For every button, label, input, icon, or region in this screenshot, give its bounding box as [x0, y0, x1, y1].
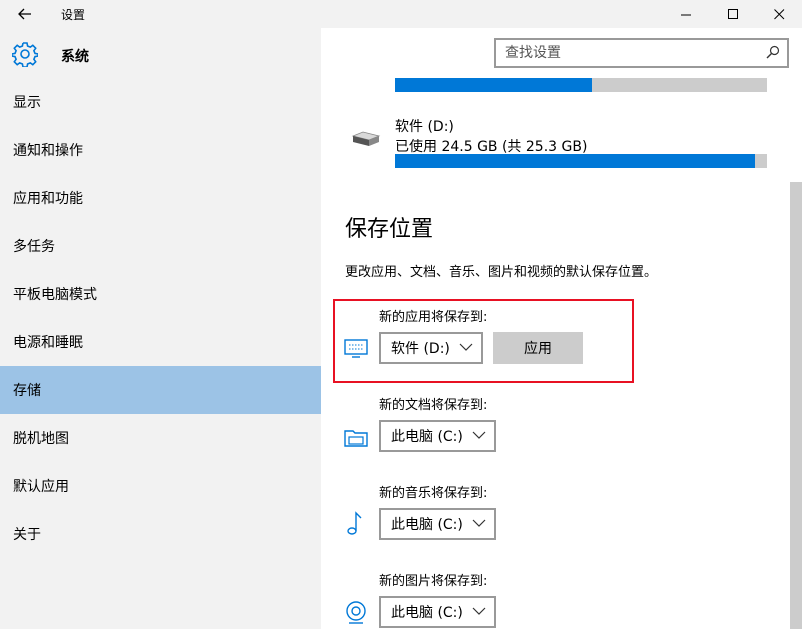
sidebar-item-tablet-mode[interactable]: 平板电脑模式	[0, 270, 321, 318]
drive-usage-bar-d	[395, 154, 767, 168]
drive-name: 软件 (D:)	[395, 119, 454, 135]
search-box[interactable]	[494, 38, 789, 68]
dropdown-value: 此电脑 (C:)	[391, 517, 463, 533]
sidebar-item-multitasking[interactable]: 多任务	[0, 222, 321, 270]
dropdown-value: 此电脑 (C:)	[391, 605, 463, 621]
hard-drive-icon	[351, 131, 381, 146]
drive-usage-fill	[395, 78, 593, 92]
page-title: 系统	[61, 49, 89, 65]
sidebar-item-offline-maps[interactable]: 脱机地图	[0, 414, 321, 462]
search-input[interactable]	[496, 40, 746, 66]
drive-usage-bar-c	[395, 78, 767, 92]
save-location-dropdown-documents[interactable]: 此电脑 (C:)	[379, 420, 496, 452]
save-location-dropdown-music[interactable]: 此电脑 (C:)	[379, 508, 496, 540]
camera-icon	[346, 601, 366, 624]
section-title: 保存位置	[345, 217, 434, 242]
dropdown-value: 此电脑 (C:)	[391, 429, 463, 445]
section-description: 更改应用、文档、音乐、图片和视频的默认保存位置。	[345, 265, 658, 280]
save-location-label-apps: 新的应用将保存到:	[379, 310, 488, 325]
sidebar-item-display[interactable]: 显示	[0, 78, 321, 126]
dropdown-value: 软件 (D:)	[391, 341, 450, 357]
sidebar-item-default-apps[interactable]: 默认应用	[0, 462, 321, 510]
save-location-label-music: 新的音乐将保存到:	[379, 486, 488, 501]
drive-usage-fill	[395, 154, 756, 168]
scrollbar[interactable]	[790, 182, 802, 629]
search-icon[interactable]	[766, 45, 780, 59]
window-title: 设置	[61, 8, 86, 22]
sidebar-item-about[interactable]: 关于	[0, 510, 321, 558]
apply-button[interactable]: 应用	[493, 332, 583, 364]
sidebar-item-storage[interactable]: 存储	[0, 366, 321, 414]
sidebar-item-power-sleep[interactable]: 电源和睡眠	[0, 318, 321, 366]
chevron-down-icon	[472, 607, 486, 615]
chevron-down-icon	[459, 343, 473, 351]
save-location-label-pictures: 新的图片将保存到:	[379, 574, 488, 589]
folder-icon	[344, 430, 368, 447]
close-button[interactable]	[756, 0, 802, 28]
gear-icon	[12, 42, 38, 67]
app-monitor-icon	[344, 339, 368, 358]
system-header: 系统	[0, 28, 321, 78]
sidebar-item-apps-features[interactable]: 应用和功能	[0, 174, 321, 222]
chevron-down-icon	[472, 519, 486, 527]
sidebar: 系统 显示 通知和操作 应用和功能 多任务 平板电脑模式 电源和睡眠 存储 脱机…	[0, 28, 321, 629]
sidebar-item-notifications[interactable]: 通知和操作	[0, 126, 321, 174]
maximize-button[interactable]	[710, 0, 756, 28]
music-note-icon	[347, 511, 362, 535]
chevron-down-icon	[472, 431, 486, 439]
minimize-button[interactable]	[663, 0, 709, 28]
save-location-dropdown-apps[interactable]: 软件 (D:)	[379, 332, 483, 364]
save-location-dropdown-pictures[interactable]: 此电脑 (C:)	[379, 596, 496, 628]
drive-usage-text: 已使用 24.5 GB (共 25.3 GB)	[395, 139, 588, 155]
back-arrow-icon[interactable]	[14, 4, 36, 24]
title-bar: 设置	[0, 0, 802, 28]
save-location-label-documents: 新的文档将保存到:	[379, 398, 488, 413]
main-content: 软件 (D:) 已使用 24.5 GB (共 25.3 GB) 保存位置 更改应…	[321, 78, 802, 629]
